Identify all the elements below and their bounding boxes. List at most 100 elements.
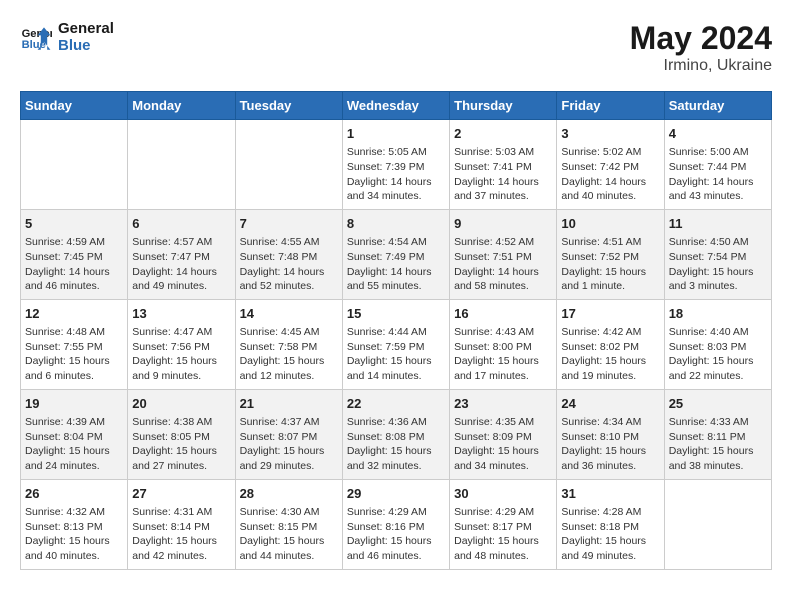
day-info: Sunrise: 4:39 AM Sunset: 8:04 PM Dayligh… [25,415,123,474]
calendar-cell: 6 Sunrise: 4:57 AM Sunset: 7:47 PM Daylig… [128,209,235,299]
day-number: 20 [132,395,230,413]
calendar-cell: 29 Sunrise: 4:29 AM Sunset: 8:16 PM Dayli… [342,479,449,569]
calendar-cell: 21Sunrise: 4:37 AM Sunset: 8:07 PM Dayli… [235,389,342,479]
calendar-cell: 19 Sunrise: 4:39 AM Sunset: 8:04 PM Dayli… [21,389,128,479]
calendar-cell [235,120,342,210]
day-info: Sunrise: 4:29 AM Sunset: 8:16 PM Dayligh… [347,505,445,564]
calendar-cell: 24 Sunrise: 4:34 AM Sunset: 8:10 PM Dayli… [557,389,664,479]
day-info: Sunrise: 4:48 AM Sunset: 7:55 PM Dayligh… [25,325,123,384]
day-number: 23 [454,395,552,413]
day-info: Sunrise: 4:45 AM Sunset: 7:58 PM Dayligh… [240,325,338,384]
calendar-cell: 30 Sunrise: 4:29 AM Sunset: 8:17 PM Dayli… [450,479,557,569]
week-row-1: 1Sunrise: 5:05 AM Sunset: 7:39 PM Daylig… [21,120,772,210]
calendar-cell [664,479,771,569]
calendar-cell: 4 Sunrise: 5:00 AM Sunset: 7:44 PM Daylig… [664,120,771,210]
week-row-2: 5 Sunrise: 4:59 AM Sunset: 7:45 PM Daylig… [21,209,772,299]
day-number: 7 [240,215,338,233]
weekday-header-thursday: Thursday [450,92,557,120]
day-info: Sunrise: 4:44 AM Sunset: 7:59 PM Dayligh… [347,325,445,384]
day-number: 29 [347,485,445,503]
title-block: May 2024 Irmino, Ukraine [630,20,772,75]
calendar-cell: 9 Sunrise: 4:52 AM Sunset: 7:51 PM Daylig… [450,209,557,299]
day-info: Sunrise: 4:31 AM Sunset: 8:14 PM Dayligh… [132,505,230,564]
logo-blue: Blue [58,37,114,54]
calendar-cell: 2 Sunrise: 5:03 AM Sunset: 7:41 PM Daylig… [450,120,557,210]
day-info: Sunrise: 4:57 AM Sunset: 7:47 PM Dayligh… [132,235,230,294]
weekday-header-saturday: Saturday [664,92,771,120]
calendar-cell: 12 Sunrise: 4:48 AM Sunset: 7:55 PM Dayli… [21,299,128,389]
week-row-5: 26Sunrise: 4:32 AM Sunset: 8:13 PM Dayli… [21,479,772,569]
weekday-header-tuesday: Tuesday [235,92,342,120]
day-number: 10 [561,215,659,233]
day-info: Sunrise: 4:32 AM Sunset: 8:13 PM Dayligh… [25,505,123,564]
weekday-header-friday: Friday [557,92,664,120]
day-info: Sunrise: 4:29 AM Sunset: 8:17 PM Dayligh… [454,505,552,564]
day-info: Sunrise: 4:47 AM Sunset: 7:56 PM Dayligh… [132,325,230,384]
day-number: 13 [132,305,230,323]
day-number: 2 [454,125,552,143]
day-number: 24 [561,395,659,413]
day-info: Sunrise: 4:55 AM Sunset: 7:48 PM Dayligh… [240,235,338,294]
calendar-cell: 13 Sunrise: 4:47 AM Sunset: 7:56 PM Dayli… [128,299,235,389]
calendar-cell: 25Sunrise: 4:33 AM Sunset: 8:11 PM Dayli… [664,389,771,479]
day-info: Sunrise: 4:36 AM Sunset: 8:08 PM Dayligh… [347,415,445,474]
day-info: Sunrise: 4:30 AM Sunset: 8:15 PM Dayligh… [240,505,338,564]
day-number: 31 [561,485,659,503]
day-info: Sunrise: 4:34 AM Sunset: 8:10 PM Dayligh… [561,415,659,474]
calendar-cell [21,120,128,210]
calendar-cell: 1Sunrise: 5:05 AM Sunset: 7:39 PM Daylig… [342,120,449,210]
calendar-cell: 3Sunrise: 5:02 AM Sunset: 7:42 PM Daylig… [557,120,664,210]
calendar-cell: 7 Sunrise: 4:55 AM Sunset: 7:48 PM Daylig… [235,209,342,299]
day-number: 12 [25,305,123,323]
day-info: Sunrise: 4:37 AM Sunset: 8:07 PM Dayligh… [240,415,338,474]
calendar-cell: 26Sunrise: 4:32 AM Sunset: 8:13 PM Dayli… [21,479,128,569]
day-info: Sunrise: 4:28 AM Sunset: 8:18 PM Dayligh… [561,505,659,564]
day-info: Sunrise: 4:54 AM Sunset: 7:49 PM Dayligh… [347,235,445,294]
calendar-cell: 10Sunrise: 4:51 AM Sunset: 7:52 PM Dayli… [557,209,664,299]
page-header: General Blue General Blue May 2024 Irmin… [20,20,772,75]
day-number: 19 [25,395,123,413]
calendar-cell: 16 Sunrise: 4:43 AM Sunset: 8:00 PM Dayli… [450,299,557,389]
logo-general: General [58,20,114,37]
calendar-cell: 31 Sunrise: 4:28 AM Sunset: 8:18 PM Dayli… [557,479,664,569]
day-info: Sunrise: 4:43 AM Sunset: 8:00 PM Dayligh… [454,325,552,384]
calendar-cell: 5 Sunrise: 4:59 AM Sunset: 7:45 PM Daylig… [21,209,128,299]
day-info: Sunrise: 4:38 AM Sunset: 8:05 PM Dayligh… [132,415,230,474]
weekday-header-row: SundayMondayTuesdayWednesdayThursdayFrid… [21,92,772,120]
calendar-cell: 22 Sunrise: 4:36 AM Sunset: 8:08 PM Dayli… [342,389,449,479]
day-info: Sunrise: 4:40 AM Sunset: 8:03 PM Dayligh… [669,325,767,384]
calendar-cell: 8 Sunrise: 4:54 AM Sunset: 7:49 PM Daylig… [342,209,449,299]
day-number: 15 [347,305,445,323]
calendar-cell: 28Sunrise: 4:30 AM Sunset: 8:15 PM Dayli… [235,479,342,569]
calendar-table: SundayMondayTuesdayWednesdayThursdayFrid… [20,91,772,570]
weekday-header-wednesday: Wednesday [342,92,449,120]
day-info: Sunrise: 4:52 AM Sunset: 7:51 PM Dayligh… [454,235,552,294]
calendar-cell: 20 Sunrise: 4:38 AM Sunset: 8:05 PM Dayli… [128,389,235,479]
day-number: 30 [454,485,552,503]
day-number: 16 [454,305,552,323]
week-row-4: 19 Sunrise: 4:39 AM Sunset: 8:04 PM Dayli… [21,389,772,479]
day-info: Sunrise: 5:00 AM Sunset: 7:44 PM Dayligh… [669,145,767,204]
day-info: Sunrise: 4:33 AM Sunset: 8:11 PM Dayligh… [669,415,767,474]
logo-icon: General Blue [20,21,52,53]
day-number: 6 [132,215,230,233]
main-title: May 2024 [630,20,772,57]
day-number: 1 [347,125,445,143]
day-number: 5 [25,215,123,233]
logo: General Blue General Blue [20,20,114,54]
weekday-header-monday: Monday [128,92,235,120]
day-number: 9 [454,215,552,233]
day-number: 4 [669,125,767,143]
day-info: Sunrise: 4:42 AM Sunset: 8:02 PM Dayligh… [561,325,659,384]
calendar-cell: 27 Sunrise: 4:31 AM Sunset: 8:14 PM Dayli… [128,479,235,569]
day-number: 27 [132,485,230,503]
day-number: 8 [347,215,445,233]
calendar-cell: 17Sunrise: 4:42 AM Sunset: 8:02 PM Dayli… [557,299,664,389]
day-number: 3 [561,125,659,143]
subtitle: Irmino, Ukraine [630,57,772,75]
day-info: Sunrise: 5:03 AM Sunset: 7:41 PM Dayligh… [454,145,552,204]
calendar-cell: 18Sunrise: 4:40 AM Sunset: 8:03 PM Dayli… [664,299,771,389]
day-number: 22 [347,395,445,413]
day-info: Sunrise: 4:59 AM Sunset: 7:45 PM Dayligh… [25,235,123,294]
calendar-cell [128,120,235,210]
